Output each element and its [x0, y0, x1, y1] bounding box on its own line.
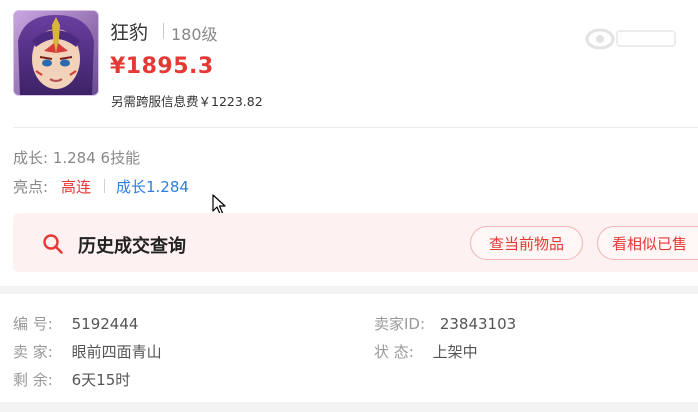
history-title: 历史成交查询 [78, 236, 186, 257]
section-gap [0, 286, 698, 294]
level-divider [163, 23, 164, 39]
watermark-logo-icon [585, 28, 676, 50]
seller-field: 卖 家: 眼前四面青山 [13, 341, 162, 362]
item-id-label: 编 号: [13, 315, 53, 333]
remaining-time-field: 剩 余: 6天15时 [13, 369, 130, 390]
check-current-item-button[interactable]: 查当前物品 [470, 226, 583, 260]
character-portrait-image [14, 11, 98, 95]
seller-value: 眼前四面青山 [71, 343, 162, 361]
character-name: 狂豹 [110, 22, 149, 44]
item-id-field: 编 号: 5192444 [13, 313, 138, 334]
seller-label: 卖 家: [13, 343, 53, 361]
remaining-value: 6天15时 [71, 371, 131, 389]
status-value: 上架中 [432, 343, 478, 361]
seller-id-label: 卖家ID: [374, 315, 426, 333]
seller-id-field: 卖家ID: 23843103 [374, 313, 516, 334]
growth-info: 成长: 1.284 6技能 [13, 149, 141, 167]
character-avatar[interactable] [13, 10, 99, 96]
view-similar-sold-button[interactable]: 看相似已售 [597, 226, 698, 260]
highlight-tag-growth: 成长1.284 [116, 178, 189, 196]
highlight-label: 亮点: [13, 178, 49, 196]
seller-id-value: 23843103 [439, 315, 517, 333]
highlight-tag-combo: 高连 [61, 178, 92, 196]
item-detail-page: 狂豹 180级 ¥1895.3 另需跨服信息费￥1223.82 成长: 1.28… [0, 0, 698, 412]
search-icon [43, 234, 63, 254]
item-id-value: 5192444 [71, 315, 139, 333]
remaining-label: 剩 余: [13, 371, 53, 389]
extra-fee: 另需跨服信息费￥1223.82 [111, 94, 263, 109]
bottom-gap [0, 402, 698, 412]
price: ¥1895.3 [110, 54, 214, 79]
status-label: 状 态: [374, 343, 414, 361]
section-divider [13, 127, 698, 128]
status-field: 状 态: 上架中 [374, 341, 478, 362]
highlight-divider [104, 179, 105, 193]
character-level: 180级 [171, 25, 218, 44]
